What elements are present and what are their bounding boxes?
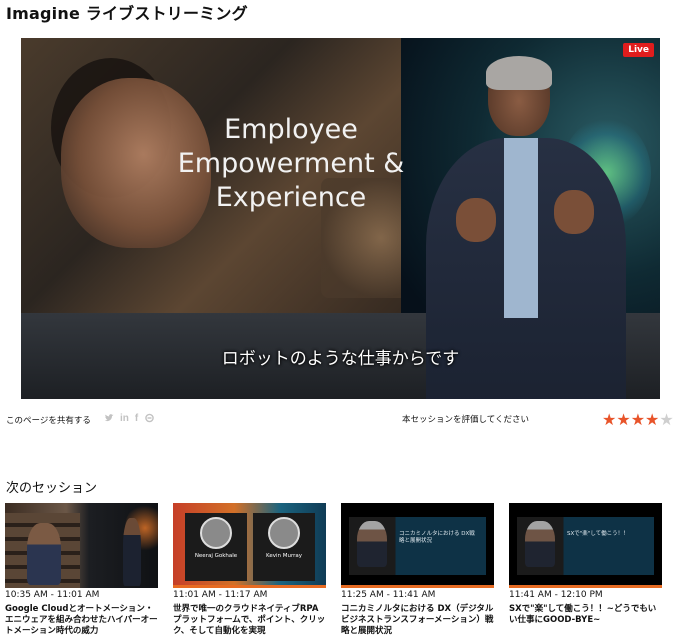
slide-title-line: Empowerment & [177,148,405,179]
star-icon[interactable]: ★ [602,410,616,429]
rating-stars[interactable]: ★ ★ ★ ★ ★ [602,410,674,429]
speaker-hair [486,56,552,90]
video-subtitle: ロボットのような仕事からです [221,349,460,369]
rating-label: 本セッションを評価してください [402,415,529,425]
speaker-hand-left [456,198,496,242]
presenter-figure [357,521,387,567]
speaker-hand-right [554,190,594,234]
speaker-photo [200,517,232,549]
presenter-figure [525,521,555,567]
session-time: 11:41 AM - 12:10 PM [509,590,603,600]
link-icon[interactable] [144,413,155,426]
slide-title-line: Experience [215,182,367,213]
share-label: このページを共有する [6,416,91,426]
live-badge: Live [623,43,654,57]
linkedin-icon[interactable]: in [120,413,129,426]
thumbnail-accent-bar [341,585,494,588]
star-icon[interactable]: ★ [616,410,630,429]
speaker-photo [268,517,300,549]
page-title: Imagine ライブストリーミング [6,4,248,23]
session-card[interactable]: SXで"楽"して働こう！！ 11:41 AM - 12:10 PM SXで"楽"… [509,503,662,626]
next-sessions-list: 10:35 AM - 11:01 AM Google Cloudとオートメーショ… [5,503,675,642]
session-card[interactable]: 10:35 AM - 11:01 AM Google Cloudとオートメーショ… [5,503,158,637]
thumbnail-accent-bar [509,585,662,588]
star-icon[interactable]: ★ [645,410,659,429]
speaker-name: Kevin Murray [265,553,303,559]
presenter-figure [27,523,61,585]
session-thumbnail[interactable] [5,503,158,588]
session-thumbnail[interactable]: コニカミノルタにおける DX戦略と展開状況 [341,503,494,588]
share-rating-bar: このページを共有する in f 本セッションを評価してください ★ ★ ★ ★ ★ [6,410,676,433]
session-time: 11:25 AM - 11:41 AM [341,590,436,600]
session-time: 11:01 AM - 11:17 AM [173,590,268,600]
session-time: 10:35 AM - 11:01 AM [5,590,100,600]
session-title[interactable]: 世界で唯一のクラウドネイティブRPAプラットフォームで、ポイント、クリック、そし… [173,604,326,637]
session-title[interactable]: コニカミノルタにおける DX（デジタルビジネストランスフォーメーション）戦略と展… [341,604,494,637]
speaker-panel: Kevin Murray [253,513,315,581]
video-player[interactable]: Employee Empowerment & Experience Live ロ… [21,38,660,399]
star-icon[interactable]: ★ [631,410,645,429]
speaker-shirt [504,138,538,318]
session-thumbnail[interactable]: SXで"楽"して働こう！！ [509,503,662,588]
session-card[interactable]: Neeraj Gokhale Kevin Murray 11:01 AM - 1… [173,503,326,637]
speaker-name: Neeraj Gokhale [194,553,238,559]
slide-title: Employee Empowerment & Experience [141,113,441,215]
thumbnail-accent-bar [173,585,326,588]
star-icon[interactable]: ★ [659,410,673,429]
thumbnail-slide-text: コニカミノルタにおける DX戦略と展開状況 [399,531,475,544]
next-sessions-heading: 次のセッション [6,481,98,496]
presenter-figure [123,518,141,586]
session-title[interactable]: Google Cloudとオートメーション・エニウェアを組み合わせたハイパーオー… [5,604,158,637]
thumbnail-slide-text: SXで"楽"して働こう！！ [567,531,629,537]
share-icons: in f [104,413,155,426]
facebook-icon[interactable]: f [135,413,138,426]
session-card[interactable]: コニカミノルタにおける DX戦略と展開状況 11:25 AM - 11:41 A… [341,503,494,637]
session-title[interactable]: SXで"楽"して働こう！！~どうでもいい仕事にGOOD-BYE~ [509,604,662,626]
session-thumbnail[interactable]: Neeraj Gokhale Kevin Murray [173,503,326,588]
slide-title-line: Employee [224,114,358,145]
speaker-panel: Neeraj Gokhale [185,513,247,581]
twitter-icon[interactable] [104,413,114,426]
